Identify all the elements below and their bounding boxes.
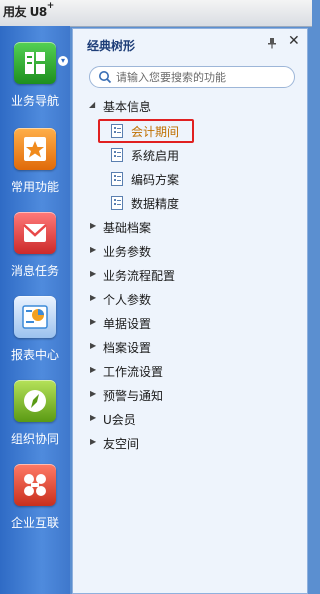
tree-leaf-system-enable[interactable]: 系统启用 [73,145,307,165]
chevron-down-icon[interactable]: ▾ [58,56,68,66]
tree-node-label: 档案设置 [103,341,152,355]
tree-node-label: 会计期间 [131,125,180,139]
report-icon [14,296,56,338]
tree-node-label: 业务参数 [103,245,152,259]
tree-node-label: 基础档案 [103,221,152,235]
title-bar: 用友 U8+ [0,0,312,27]
document-icon [111,196,123,210]
tree-node-label: 数据精度 [131,197,180,211]
tree-node-label: 编码方案 [131,173,180,187]
compass-icon [14,380,56,422]
tree-node-label: 基本信息 [103,100,152,114]
collapsed-arrow-icon[interactable]: ▶ [90,245,96,254]
tree-node-business-params[interactable]: ▶ 业务参数 [73,241,307,261]
panel-header: 经典树形 ✕ [73,29,307,59]
sidebar: ▾ 业务导航 常用功能 消息任务 报表中心 组织协同 企业互联 [0,26,70,594]
panel-title: 经典树形 [87,39,136,53]
sidebar-item-label: 常用功能 [10,180,59,194]
collapsed-arrow-icon[interactable]: ▶ [90,293,96,302]
sidebar-item-common-functions[interactable]: 常用功能 [0,128,70,212]
tree-node-basic-info[interactable]: ◢ 基本信息 [73,96,307,116]
tree-node-u-member[interactable]: ▶ U会员 [73,409,307,429]
tree-node-basic-archives[interactable]: ▶ 基础档案 [73,217,307,237]
tree-node-label: 单据设置 [103,317,152,331]
tree-node-label: U会员 [103,413,136,427]
sidebar-item-label: 企业互联 [10,516,59,530]
tree-node-label: 系统启用 [131,149,180,163]
tree-node-label: 预警与通知 [103,389,164,403]
sidebar-item-label: 组织协同 [10,432,59,446]
app-brand: 用友 U8+ [3,1,54,19]
tree-node-personal-params[interactable]: ▶ 个人参数 [73,289,307,309]
tree-node-document-settings[interactable]: ▶ 单据设置 [73,313,307,333]
tree-node-label: 个人参数 [103,293,152,307]
tree-node-label: 友空间 [103,437,140,451]
collapsed-arrow-icon[interactable]: ▶ [90,221,96,230]
search-icon [99,71,112,84]
classic-tree-panel: 经典树形 ✕ ◢ 基本信息 会计期间 系统启用 编码方案 数据精度 [72,28,308,594]
tree-node-archive-settings[interactable]: ▶ 档案设置 [73,337,307,357]
tree-node-business-process-config[interactable]: ▶ 业务流程配置 [73,265,307,285]
search-input[interactable] [116,69,288,85]
sidebar-item-report-center[interactable]: 报表中心 [0,296,70,380]
document-icon [111,124,123,138]
collapsed-arrow-icon[interactable]: ▶ [90,317,96,326]
expanded-arrow-icon[interactable]: ◢ [89,100,95,109]
close-icon[interactable]: ✕ [288,34,300,48]
star-icon [14,128,56,170]
tree-leaf-accounting-period[interactable]: 会计期间 [73,121,307,141]
pin-icon[interactable] [266,37,278,49]
enterprise-connect-icon [14,464,56,506]
sidebar-item-label: 消息任务 [10,264,59,278]
tree-leaf-data-precision[interactable]: 数据精度 [73,193,307,213]
sidebar-item-organization-collaboration[interactable]: 组织协同 [0,380,70,464]
business-navigation-icon [14,42,56,84]
collapsed-arrow-icon[interactable]: ▶ [90,365,96,374]
collapsed-arrow-icon[interactable]: ▶ [90,341,96,350]
tree-node-alerts-notifications[interactable]: ▶ 预警与通知 [73,385,307,405]
tree-node-friend-space[interactable]: ▶ 友空间 [73,433,307,453]
sidebar-item-label: 报表中心 [10,348,59,362]
collapsed-arrow-icon[interactable]: ▶ [90,413,96,422]
document-icon [111,148,123,162]
tree-node-label: 工作流设置 [103,365,164,379]
sidebar-item-message-tasks[interactable]: 消息任务 [0,212,70,296]
message-icon [14,212,56,254]
collapsed-arrow-icon[interactable]: ▶ [90,389,96,398]
collapsed-arrow-icon[interactable]: ▶ [90,269,96,278]
sidebar-item-business-navigation[interactable]: ▾ 业务导航 [0,42,70,126]
sidebar-item-enterprise-interconnect[interactable]: 企业互联 [0,464,70,548]
tree-leaf-coding-scheme[interactable]: 编码方案 [73,169,307,189]
tree-node-label: 业务流程配置 [103,269,176,283]
document-icon [111,172,123,186]
sidebar-item-label: 业务导航 [10,94,59,108]
collapsed-arrow-icon[interactable]: ▶ [90,437,96,446]
search-box[interactable] [89,66,295,88]
tree-node-workflow-settings[interactable]: ▶ 工作流设置 [73,361,307,381]
